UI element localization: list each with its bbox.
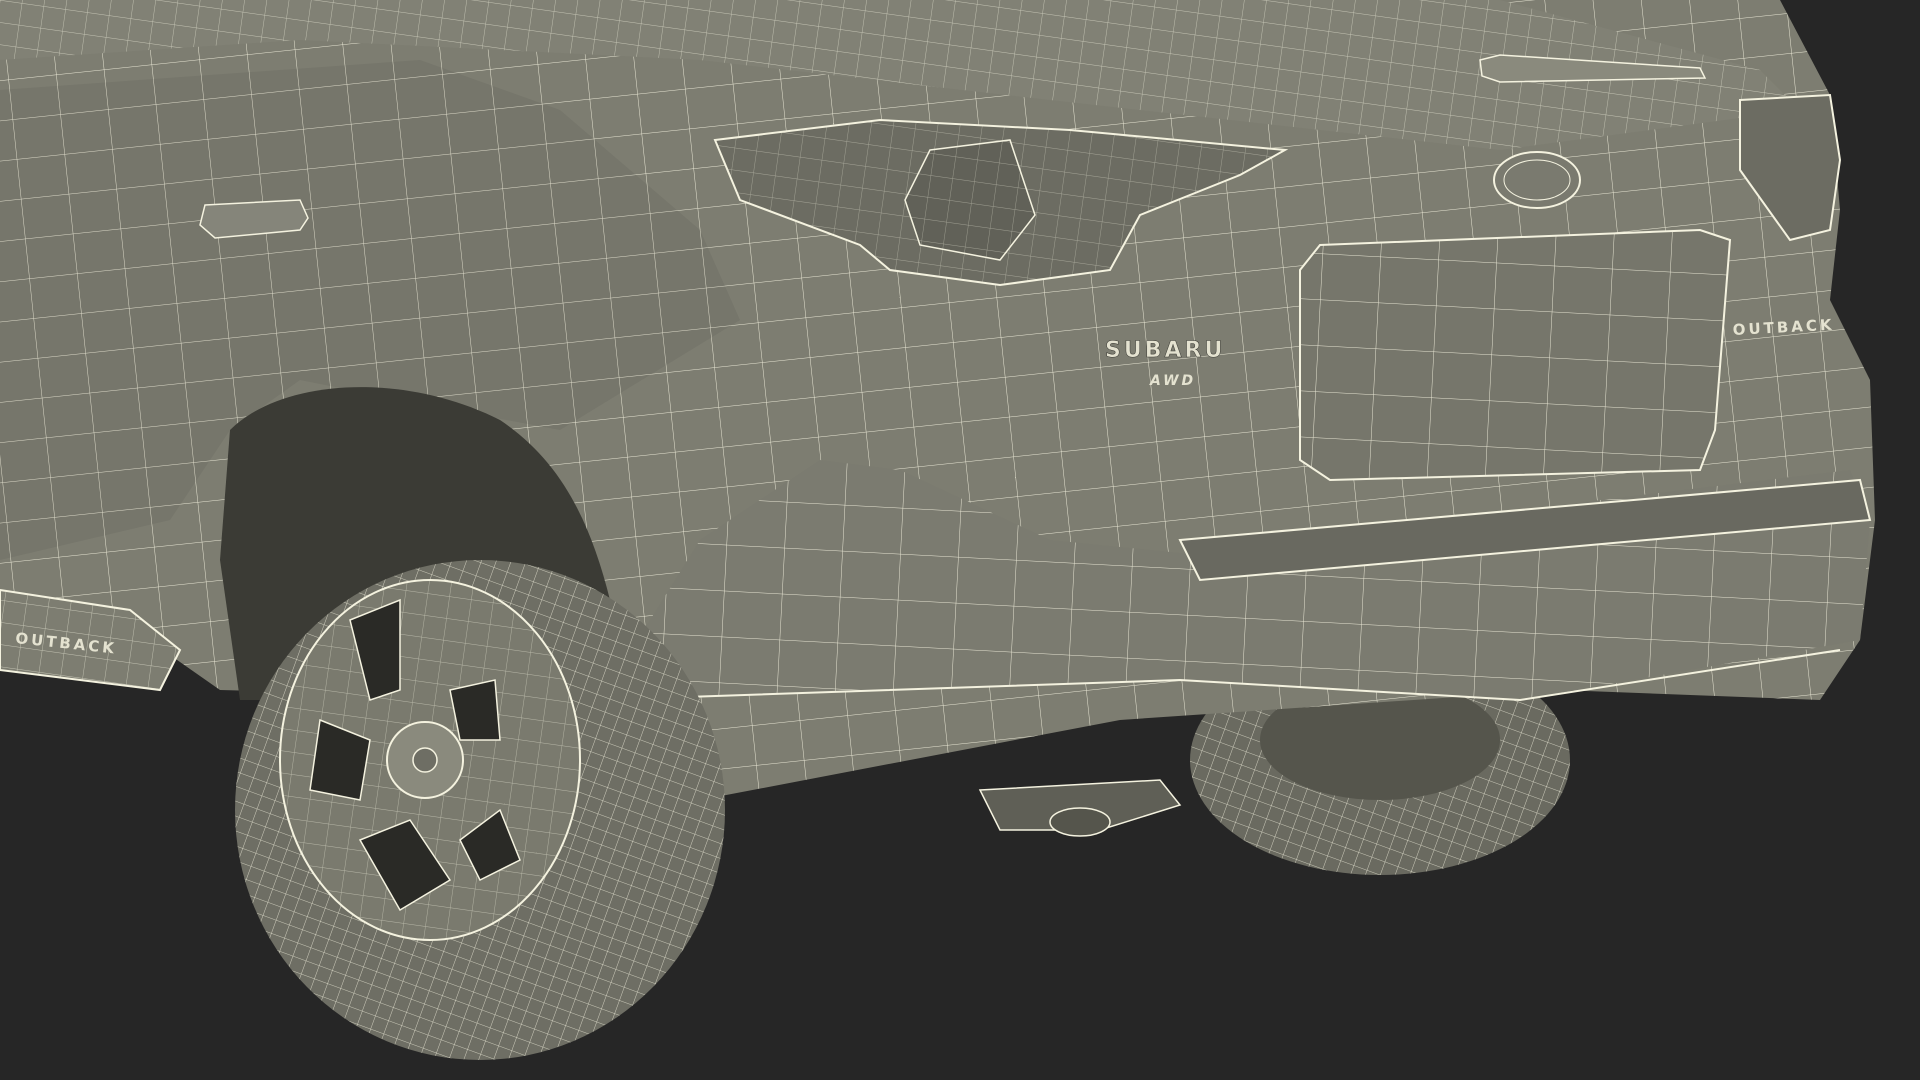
car-wireframe-render: SUBARU AWD OUTBACK OUTBACK	[0, 0, 1920, 1080]
awd-badge: AWD	[1149, 373, 1196, 389]
brand-badge: SUBARU	[1105, 338, 1225, 363]
subaru-emblem	[1493, 151, 1581, 209]
render-viewport: SUBARU AWD OUTBACK OUTBACK	[0, 0, 1920, 1080]
rear-left-wheel	[235, 560, 725, 1060]
license-plate-recess	[1299, 228, 1732, 482]
